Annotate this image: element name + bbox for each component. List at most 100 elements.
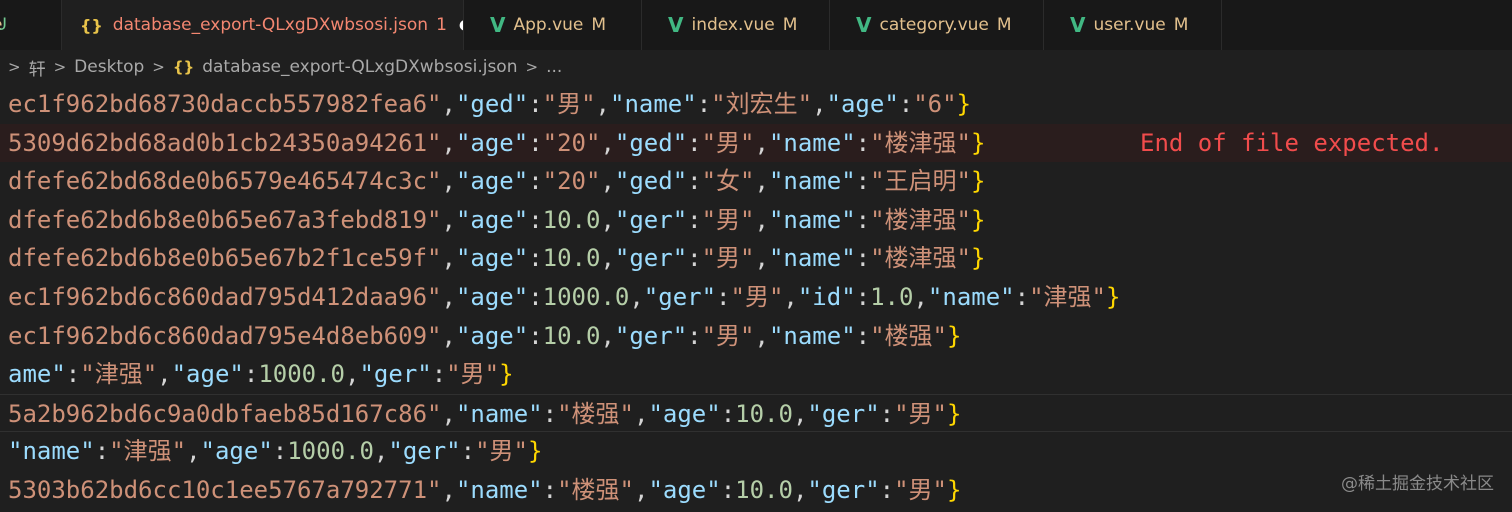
code-token: "id": [797, 283, 856, 311]
code-token: "20": [542, 128, 601, 157]
code-token: :: [855, 244, 871, 273]
code-token: dfefe62bd6b8e0b65e67a3febd819": [8, 205, 442, 234]
code-token: ,: [600, 205, 615, 234]
problem-count-badge: 1: [436, 15, 447, 35]
code-token: "王启明": [870, 167, 972, 196]
tab-database-export-json[interactable]: {} database_export-QLxgDXwbsosi.json 1 ●: [62, 0, 464, 50]
code-line[interactable]: 5303b62bd6cc10c1ee5767a792771","name":"楼…: [0, 471, 1512, 509]
code-token: "津强": [1029, 283, 1106, 311]
code-token: }: [947, 321, 962, 350]
code-token: "刘宏生": [711, 90, 813, 118]
json-file-icon: {}: [80, 15, 103, 35]
code-token: :: [431, 360, 447, 389]
code-token: :: [687, 205, 702, 234]
code-token: "ger": [614, 321, 688, 350]
code-token: :: [528, 90, 543, 118]
code-token: ,: [792, 399, 808, 428]
code-token: }: [956, 90, 972, 118]
code-token: ,: [441, 283, 456, 311]
tab-label: index.vue: [691, 15, 775, 35]
modified-badge: M: [996, 15, 1012, 35]
tab-user-vue[interactable]: V user.vue M: [1044, 0, 1222, 50]
code-line[interactable]: 5a2b962bd6c9a0dbfaeb85d167c86","name":"楼…: [0, 393, 1512, 432]
code-token: "name": [610, 90, 697, 118]
breadcrumb-item-file[interactable]: database_export-QLxgDXwbsosi.json: [202, 57, 517, 77]
code-token: :: [243, 360, 259, 389]
code-line[interactable]: ec1f962bd6c860dad795d412daa96","age":100…: [0, 278, 1512, 316]
breadcrumb: > 轩 > Desktop > {} database_export-QLxgD…: [0, 50, 1512, 84]
code-token: "ger": [807, 399, 880, 428]
code-token: "name": [768, 321, 856, 350]
code-line[interactable]: ec1f962bd6c860dad795e4d8eb609","age":10.…: [0, 317, 1512, 355]
breadcrumb-item-desktop[interactable]: Desktop: [74, 57, 144, 77]
tab-app-vue[interactable]: V App.vue M: [464, 0, 642, 50]
chevron-right-icon: >: [152, 58, 165, 76]
code-token: :: [528, 128, 543, 157]
watermark: @稀土掘金技术社区: [1341, 474, 1494, 494]
code-line[interactable]: ec1f962bd68730daccb557982fea6","ged":"男"…: [0, 85, 1512, 123]
code-line[interactable]: "name":"津强","age":1000.0,"ger":"男"}: [0, 432, 1512, 470]
code-token: :: [696, 90, 712, 118]
code-token: "楼津强": [870, 244, 972, 273]
code-token: dfefe62bd68de0b6579e465474c3c": [8, 167, 442, 196]
tab-partial[interactable]: e U: [0, 0, 62, 50]
code-token: ,: [441, 476, 456, 504]
code-token: :: [687, 244, 702, 273]
tab-category-vue[interactable]: V category.vue M: [830, 0, 1044, 50]
code-token: "name": [768, 128, 856, 157]
inline-error-message: End of file expected.: [1140, 128, 1444, 157]
code-line[interactable]: 5309d62bd68ad0b1cb24350a94261","age":"20…: [0, 123, 1512, 162]
code-token: :: [855, 283, 871, 311]
code-token: :: [898, 90, 914, 118]
code-token: }: [971, 167, 986, 196]
code-token: "男": [701, 128, 755, 157]
code-token: 5303b62bd6cc10c1ee5767a792771": [8, 476, 442, 504]
code-token: 10.0: [735, 476, 793, 504]
tab-label: user.vue: [1093, 15, 1166, 35]
code-token: "age": [648, 399, 721, 428]
code-editor[interactable]: ec1f962bd68730daccb557982fea6","ged":"男"…: [0, 84, 1512, 512]
code-token: ,: [754, 205, 769, 234]
code-token: ,: [754, 128, 769, 157]
code-token: 1000.0: [287, 437, 374, 466]
code-token: :: [855, 321, 871, 350]
code-token: "name": [927, 283, 1015, 311]
code-token: ,: [783, 283, 798, 311]
chevron-right-icon: >: [8, 58, 21, 76]
tab-label: database_export-QLxgDXwbsosi.json: [112, 15, 429, 35]
code-token: }: [1105, 283, 1121, 311]
tab-index-vue[interactable]: V index.vue M: [642, 0, 830, 50]
breadcrumb-item-more[interactable]: ...: [546, 57, 562, 77]
code-token: ,: [754, 167, 769, 196]
code-token: "ger": [614, 205, 688, 234]
code-token: }: [947, 476, 962, 504]
code-line[interactable]: dfefe62bd6b8e0b65e67b2f1ce59f","age":10.…: [0, 239, 1512, 277]
code-token: :: [687, 128, 702, 157]
code-token: ,: [345, 360, 360, 389]
code-token: "楼强": [557, 399, 634, 428]
code-token: ,: [600, 128, 615, 157]
code-token: "20": [542, 167, 601, 196]
code-token: "ger": [388, 437, 461, 466]
code-line[interactable]: dfefe62bd6b8e0b65e67a3febd819","age":10.…: [0, 201, 1512, 239]
code-line[interactable]: ame":"津强","age":1000.0,"ger":"男"}: [0, 355, 1512, 393]
code-token: "age": [455, 167, 529, 196]
code-token: 10.0: [542, 321, 601, 350]
code-token: :: [528, 167, 543, 196]
code-token: "楼津强": [870, 128, 972, 157]
code-line[interactable]: dfefe62bd68de0b6579e465474c3c", "age":"20…: [0, 162, 1512, 200]
breadcrumb-item-root[interactable]: 轩: [29, 55, 46, 80]
code-token: "男": [894, 399, 948, 428]
code-token: ,: [754, 321, 769, 350]
code-token: ,: [157, 360, 172, 389]
code-token: ,: [792, 476, 808, 504]
code-token: "age": [171, 360, 244, 389]
code-token: :: [855, 128, 871, 157]
code-token: ,: [373, 437, 389, 466]
code-token: :: [542, 476, 558, 504]
chevron-right-icon: >: [53, 58, 67, 76]
code-token: :: [460, 437, 476, 466]
code-token: "津强": [109, 437, 187, 466]
code-token: "楼津强": [870, 205, 972, 234]
untracked-badge: U: [0, 15, 7, 35]
